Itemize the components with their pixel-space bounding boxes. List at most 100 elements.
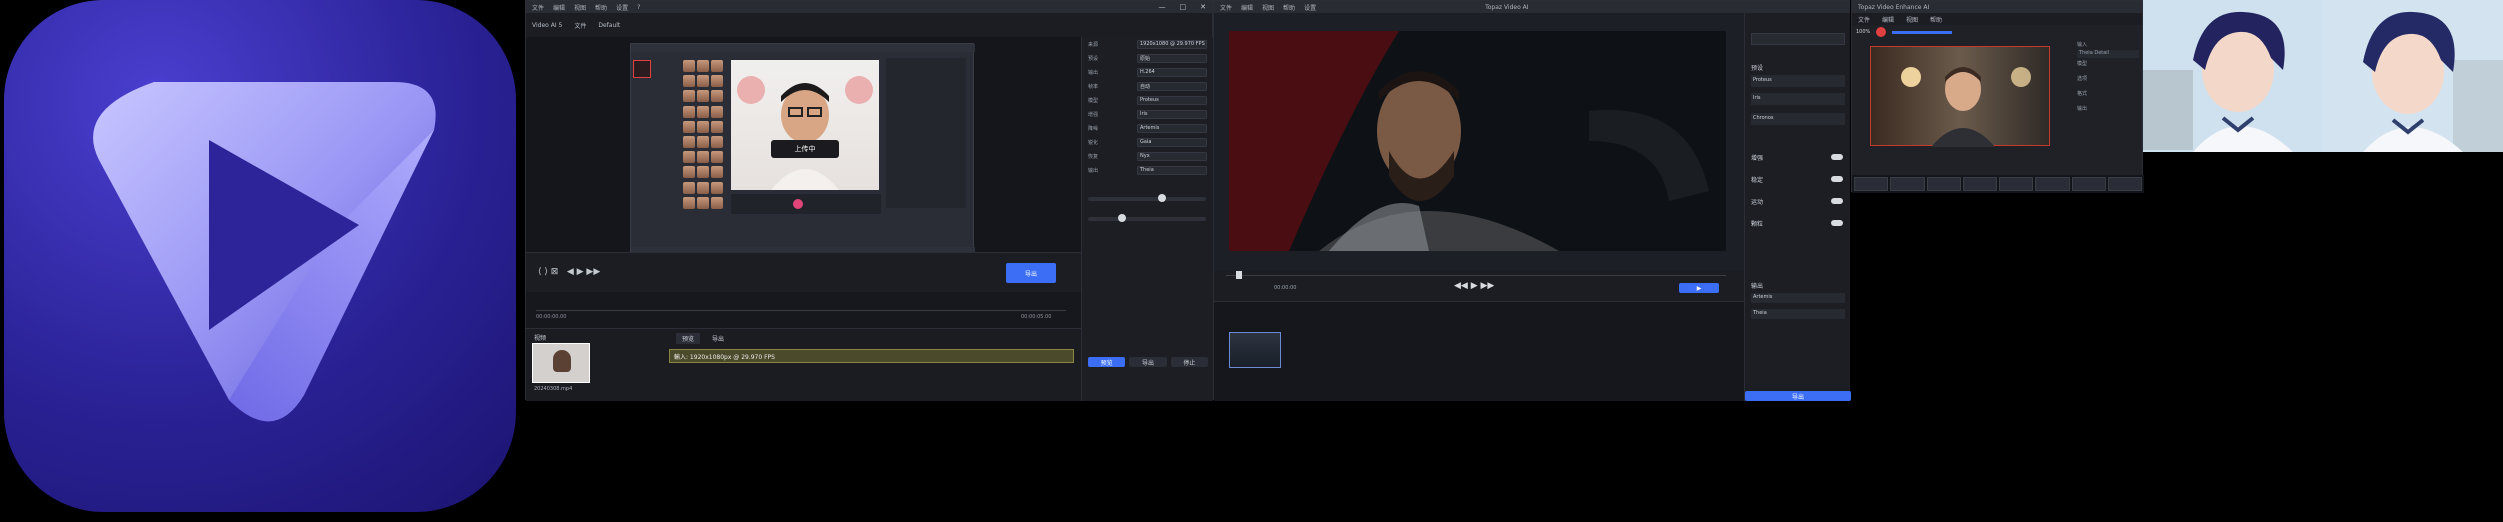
slider-thumb[interactable] <box>1118 214 1126 222</box>
record-icon[interactable] <box>793 199 803 209</box>
settings-panel: 来源 1920x1080 @ 29.970 FPS 预设 原始 输出 H.264 帧率… <box>1081 37 1213 401</box>
window-titlebar: Topaz Video Enhance AI <box>1852 1 2142 13</box>
window-title: Topaz Video Enhance AI <box>1858 3 1930 11</box>
menu-view[interactable]: 视图 <box>574 3 586 12</box>
menu-help[interactable]: 帮助 <box>1283 3 1295 12</box>
zoom-toolbar: 100% <box>1856 27 2066 37</box>
section-preset: 预设 <box>1751 65 1764 72</box>
thumb-person <box>553 350 571 372</box>
tab-default[interactable]: Default <box>598 22 620 29</box>
model-select-2[interactable]: Iris <box>1751 93 1845 105</box>
menu-bar: 文件 编辑 视图 帮助 <box>1852 13 2142 25</box>
video-ai-window: 文件 编辑 视图 帮助 设置 ? — □ ✕ Video AI 5 文件 Def… <box>525 0 1213 401</box>
preset-field[interactable]: Theia Detail <box>2077 50 2139 58</box>
record-icon[interactable] <box>1876 27 1887 37</box>
output-format-select[interactable]: Theia <box>1137 165 1207 175</box>
export-button[interactable]: 导出 <box>1006 263 1056 283</box>
clip-thumbnail[interactable] <box>1229 332 1281 368</box>
preview-area: 上传中 <box>526 37 1081 258</box>
close-icon[interactable]: ✕ <box>1200 3 1206 11</box>
enhance-select[interactable]: Iris <box>1137 109 1207 119</box>
menu-file[interactable]: 文件 <box>1858 15 1870 24</box>
sharpen-select[interactable]: Gaia <box>1137 137 1207 147</box>
maximize-icon[interactable]: □ <box>1180 3 1187 11</box>
filmstrip[interactable] <box>1852 175 2144 193</box>
preview-button[interactable]: 预览 <box>1088 357 1126 367</box>
export-button[interactable]: 导出 <box>1745 391 1851 401</box>
model-select[interactable]: Proteus <box>1137 95 1207 105</box>
preset-select[interactable]: 原始 <box>1137 53 1207 63</box>
tab-file[interactable]: 文件 <box>574 21 586 30</box>
minimize-icon[interactable]: — <box>1159 3 1166 11</box>
media-thumbnail[interactable] <box>532 343 590 383</box>
timeline[interactable]: 00:00:00.00 00:00:05.00 <box>526 292 1081 328</box>
selected-thumb[interactable] <box>633 60 651 78</box>
face-preview: 上传中 <box>731 60 879 190</box>
tab-preview[interactable]: 预览 <box>676 333 701 344</box>
menu-view[interactable]: 视图 <box>1906 15 1918 24</box>
scrubber-line[interactable] <box>1226 275 1726 276</box>
preview-screenshot: 上传中 <box>630 43 975 258</box>
clip-track <box>1214 301 1744 401</box>
search-field[interactable] <box>1751 33 1845 45</box>
zoom-level: 100% <box>1856 29 1871 35</box>
output-select-2[interactable]: Theia <box>1751 309 1845 319</box>
menu-question[interactable]: ? <box>637 4 640 11</box>
menu-view[interactable]: 视图 <box>1262 3 1274 12</box>
upload-caption: 上传中 <box>771 140 839 158</box>
playback-toolbar: 导出 ⟨ ⟩ ⊠ ◀ ▶ ▶▶ <box>526 252 1081 292</box>
toggle-grain[interactable] <box>1831 220 1843 226</box>
play-triangle-icon <box>93 82 436 422</box>
settings-row: 输出 Theia <box>1082 163 1213 177</box>
bottom-buttons: 预览 导出 停止 <box>1088 357 1208 367</box>
toggle-stabilize[interactable] <box>1831 176 1843 182</box>
slider-thumb[interactable] <box>1158 194 1166 202</box>
blue-action[interactable]: ▶ <box>1679 283 1719 293</box>
recover-select[interactable]: Nyx <box>1137 151 1207 161</box>
slider-track[interactable] <box>1088 194 1206 202</box>
toggle-motion[interactable] <box>1831 198 1843 204</box>
toggle-enhance[interactable] <box>1831 154 1843 160</box>
menu-file[interactable]: 文件 <box>1220 3 1232 12</box>
menu-settings[interactable]: 设置 <box>1304 3 1316 12</box>
slider-track[interactable] <box>1088 214 1206 222</box>
side-panel: 预设 Proteus Iris Chronos 增强 稳定 运动 颗粒 输出 A… <box>1744 13 1851 401</box>
track-tabs: 预览 导出 <box>676 333 730 344</box>
media-label: 视频 <box>534 335 547 342</box>
section-grain: 颗粒 <box>1751 221 1764 228</box>
topaz-logo <box>4 0 516 512</box>
stop-button[interactable]: 停止 <box>1170 357 1208 367</box>
source-field[interactable]: 1920x1080 @ 29.970 FPS <box>1137 39 1207 49</box>
timecode: 00:00:00 <box>1274 285 1297 291</box>
denoise-select[interactable]: Artemis <box>1137 123 1207 133</box>
menu-help[interactable]: 帮助 <box>595 3 607 12</box>
settings-row: 来源 1920x1080 @ 29.970 FPS <box>1082 37 1213 51</box>
model-select[interactable]: Proteus <box>1751 75 1845 87</box>
transport-icons[interactable]: ◀◀ ▶ ▶▶ <box>1454 281 1494 291</box>
timeline-line <box>536 310 1066 311</box>
window-titlebar: 文件 编辑 视图 帮助 设置 Topaz Video AI <box>1214 1 1849 13</box>
menu-file[interactable]: 文件 <box>532 3 544 12</box>
zoom-slider[interactable] <box>1892 30 1953 34</box>
photo-right <box>2323 0 2503 152</box>
menu-edit[interactable]: 编辑 <box>1241 3 1253 12</box>
fps-select[interactable]: 自动 <box>1137 81 1207 91</box>
settings-row: 输出 H.264 <box>1082 65 1213 79</box>
scrubber-handle[interactable] <box>1236 271 1242 279</box>
output-select[interactable]: Artemis <box>1751 293 1845 303</box>
menu-settings[interactable]: 设置 <box>616 3 628 12</box>
model-select-3[interactable]: Chronos <box>1751 113 1845 125</box>
menu-help[interactable]: 帮助 <box>1930 15 1942 24</box>
track-clip[interactable]: 輸入: 1920x1080px @ 29.970 FPS <box>669 349 1074 363</box>
tab-app[interactable]: Video AI 5 <box>532 22 562 29</box>
menu-edit[interactable]: 编辑 <box>1882 15 1894 24</box>
enhance-ai-window: Topaz Video Enhance AI 文件 编辑 视图 帮助 100% … <box>1851 0 2144 193</box>
settings-panel: 输入 Theia Detail 模型 选项 格式 输出 <box>2077 41 2139 181</box>
playback-controls: 00:00:00 ◀◀ ▶ ▶▶ ▶ <box>1214 271 1744 301</box>
tab-export[interactable]: 导出 <box>706 333 730 344</box>
output-select[interactable]: H.264 <box>1137 67 1207 77</box>
playback-icons[interactable]: ⟨ ⟩ ⊠ ◀ ▶ ▶▶ <box>538 267 600 277</box>
menu-edit[interactable]: 编辑 <box>553 3 565 12</box>
row-format: 格式 <box>2077 91 2088 97</box>
export-button-small[interactable]: 导出 <box>1129 357 1167 367</box>
